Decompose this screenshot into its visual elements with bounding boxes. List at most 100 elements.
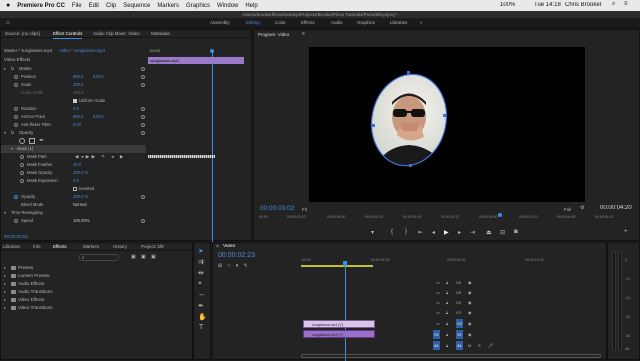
accelerated-icon[interactable]: ▣ [141, 254, 146, 260]
timeline-tab[interactable]: Video [223, 244, 235, 249]
scale-width-value[interactable]: 100.0 [73, 89, 83, 97]
toggle-sync-icon[interactable]: ▭ [436, 319, 440, 328]
menu-edit[interactable]: Edit [89, 3, 99, 9]
type-tool-icon[interactable]: T [199, 324, 203, 331]
anchor-y[interactable]: 540.0 [93, 113, 103, 121]
timeline-timecode[interactable]: 00:00:02:23 [218, 252, 255, 259]
mark-in-icon[interactable]: { [391, 229, 393, 235]
track-v4[interactable]: ▭ 🔒︎ V4 ◉ [430, 298, 510, 307]
hand-tool-icon[interactable]: ✋ [198, 313, 207, 321]
row-inverted[interactable]: Inverted [1, 185, 146, 193]
menu-file[interactable]: File [72, 3, 82, 9]
eye-icon[interactable]: ◉ [468, 308, 472, 317]
program-menu-icon[interactable]: ≡ [302, 31, 305, 37]
anti-flicker-value[interactable]: 0.00 [73, 121, 81, 129]
list-item[interactable]: Audio Effects [1, 280, 146, 288]
add-marker-icon[interactable]: ▾ [371, 229, 374, 236]
stopwatch-icon[interactable] [20, 155, 24, 159]
export-frame-icon[interactable]: ◙ [514, 229, 518, 235]
tab-markers[interactable]: Markers [83, 243, 99, 251]
menu-clip[interactable]: Clip [106, 3, 116, 9]
eye-icon[interactable]: ◉ [468, 298, 472, 307]
row-uniform-scale[interactable]: Uniform Scale [1, 97, 146, 105]
reset-icon[interactable] [141, 115, 145, 119]
ec-clip-bar[interactable]: sunglasses.mp4 [148, 57, 244, 64]
go-to-in-icon[interactable]: ⇤ [418, 229, 423, 236]
master-clip-label[interactable]: Master * sunglasses.mp4 [4, 48, 52, 53]
position-y[interactable]: 540.0 [93, 73, 103, 81]
mark-out-icon[interactable]: } [405, 229, 407, 235]
workspace-more-icon[interactable]: » [420, 18, 423, 28]
row-motion[interactable]: fx Motion [1, 65, 146, 73]
opacity-value[interactable]: 100.0 % [73, 193, 88, 201]
mask-opacity-value[interactable]: 100.0 % [73, 169, 88, 177]
voice-over-icon[interactable]: 🎤︎ [488, 341, 493, 350]
reset-icon[interactable] [141, 123, 145, 127]
menu-markers[interactable]: Markers [157, 3, 179, 9]
workspace-effects[interactable]: Effects [301, 18, 315, 28]
effects-search-input[interactable]: ⌕ [79, 254, 119, 261]
reset-icon[interactable] [141, 131, 145, 135]
source-patch-v1[interactable]: V1 [433, 330, 440, 339]
stopwatch-icon[interactable] [14, 83, 18, 87]
toggle-sync-icon[interactable]: ▭ [436, 308, 440, 317]
button-editor-icon[interactable]: + [624, 229, 628, 235]
row-scale[interactable]: Scale 100.0 [1, 81, 146, 89]
stopwatch-icon[interactable] [14, 219, 18, 223]
workspace-assembly[interactable]: Assembly [210, 18, 230, 28]
quality-dropdown[interactable]: Full [564, 207, 571, 212]
track-a1[interactable]: A1 🔒︎ A1 M S 🎤︎ [430, 341, 510, 350]
home-icon[interactable]: ⌂ [6, 18, 10, 28]
ec-timecode[interactable]: 00:00:03:04 [4, 234, 28, 239]
reset-icon[interactable] [141, 195, 145, 199]
toggle-sync-icon[interactable]: ▭ [436, 288, 440, 297]
workspace-editing[interactable]: Editing [246, 18, 260, 28]
reset-icon[interactable] [141, 219, 145, 223]
rectangle-mask-icon[interactable] [29, 138, 35, 144]
razor-icon[interactable]: ⌖ [198, 280, 202, 288]
eye-icon[interactable]: ◉ [468, 330, 472, 339]
mask-expansion-value[interactable]: 0.0 [73, 177, 79, 185]
track-lock-icon[interactable]: 🔒︎ [446, 308, 448, 317]
ellipse-mask-icon[interactable] [19, 138, 25, 144]
tab-history[interactable]: History [113, 243, 127, 251]
pen-mask-icon[interactable]: ✒ [39, 137, 44, 145]
row-position[interactable]: Position 960.0 540.0 [1, 73, 146, 81]
timeline-scrollbar[interactable] [301, 354, 601, 358]
stopwatch-icon[interactable] [14, 115, 18, 119]
program-timecode[interactable]: 00:00:03:02 [260, 205, 294, 212]
reset-icon[interactable] [141, 75, 145, 79]
workspace-color[interactable]: Color [275, 18, 286, 28]
tab-effects[interactable]: Effects [53, 243, 67, 251]
anchor-x[interactable]: 960.0 [73, 113, 83, 121]
menu-window[interactable]: Window [217, 3, 238, 9]
stopwatch-icon[interactable] [14, 107, 18, 111]
workspace-libraries[interactable]: Libraries [390, 18, 407, 28]
settings-icon[interactable]: ⚙ [580, 205, 584, 211]
blend-mode-select[interactable]: Normal [73, 201, 87, 209]
row-mask-expansion[interactable]: Mask Expansion 0.0 [1, 177, 146, 185]
tab-source[interactable]: Source: (no clips) [5, 30, 40, 38]
row-time-remapping[interactable]: Time Remapping [1, 209, 146, 217]
reset-icon[interactable] [141, 67, 145, 71]
ripple-edit-icon[interactable]: ⇹ [198, 269, 204, 277]
mask-feather-value[interactable]: 10.0 [73, 161, 81, 169]
battery-status[interactable]: 100% [500, 2, 515, 8]
stopwatch-icon[interactable] [20, 179, 24, 183]
workspace-audio[interactable]: Audio [331, 18, 343, 28]
track-lock-icon[interactable]: 🔒︎ [446, 298, 448, 307]
mute-button[interactable]: M [468, 341, 471, 350]
row-speed[interactable]: Speed 100.00% [1, 217, 146, 225]
row-blend-mode[interactable]: Blend Mode Normal [1, 201, 146, 209]
work-area-bar[interactable] [301, 265, 373, 267]
track-select-icon[interactable]: ⇉ [198, 258, 204, 266]
menu-user[interactable]: Chris Brooker [565, 2, 602, 8]
tab-metadata[interactable]: Metadata [151, 30, 170, 38]
eye-icon[interactable]: ◉ [468, 278, 472, 287]
extract-icon[interactable]: ⊟ [500, 229, 505, 236]
video-frame[interactable] [309, 47, 585, 202]
row-opacity[interactable]: Opacity 100.0 % [1, 193, 146, 201]
reset-icon[interactable] [141, 107, 145, 111]
timeline-ruler[interactable]: :00:00 00:00:04:23 00:00:09:23 00:00:14:… [301, 258, 601, 267]
sequence-clip-label[interactable]: Video * sunglasses.mp4 [59, 48, 105, 53]
